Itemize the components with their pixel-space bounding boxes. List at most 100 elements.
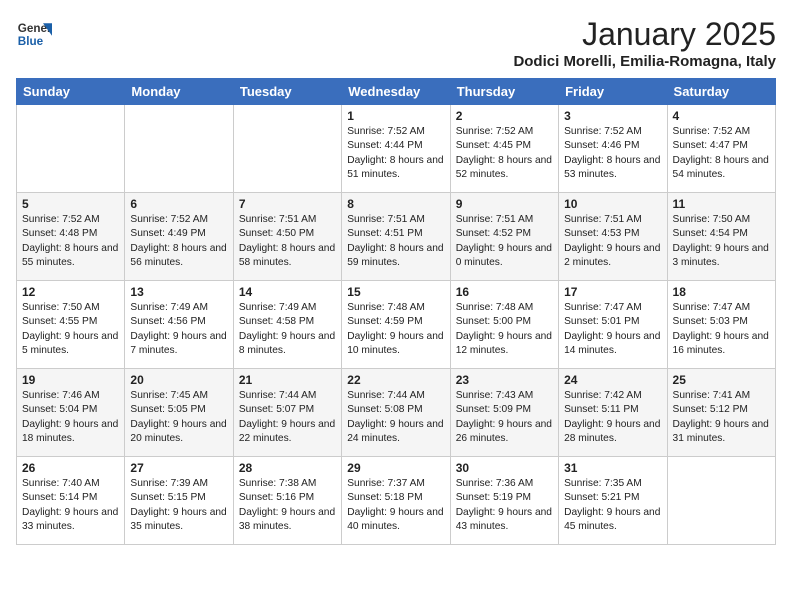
weekday-header-tuesday: Tuesday: [233, 79, 341, 105]
day-number: 10: [564, 197, 661, 211]
weekday-header-row: SundayMondayTuesdayWednesdayThursdayFrid…: [17, 79, 776, 105]
calendar-cell: 18 Sunrise: 7:47 AMSunset: 5:03 PMDayligh…: [667, 281, 775, 369]
day-content: Sunrise: 7:43 AMSunset: 5:09 PMDaylight:…: [456, 389, 553, 446]
day-number: 7: [239, 197, 336, 211]
day-number: 14: [239, 285, 336, 299]
calendar-cell: 26Sunrise: 7:40 AMSunset: 5:14 PMDayligh…: [17, 457, 125, 545]
calendar-cell: 23 Sunrise: 7:43 AMSunset: 5:09 PMDayligh…: [450, 369, 558, 457]
day-content: Sunrise: 7:52 AMSunset: 4:49 PMDaylight:…: [130, 213, 227, 270]
day-content: Sunrise: 7:35 AMSunset: 5:21 PMDaylight:…: [564, 477, 661, 534]
day-number: 13: [130, 285, 227, 299]
day-number: 6: [130, 197, 227, 211]
day-content: Sunrise: 7:46 AMSunset: 5:04 PMDaylight:…: [22, 389, 119, 446]
day-content: Sunrise: 7:42 AMSunset: 5:11 PMDaylight:…: [564, 389, 661, 446]
day-number: 20: [130, 373, 227, 387]
calendar-cell: 22Sunrise: 7:44 AMSunset: 5:08 PMDayligh…: [342, 369, 450, 457]
day-content: Sunrise: 7:47 AMSunset: 5:01 PMDaylight:…: [564, 301, 661, 358]
weekday-header-wednesday: Wednesday: [342, 79, 450, 105]
day-number: 27: [130, 461, 227, 475]
calendar-cell: [233, 105, 341, 193]
day-content: Sunrise: 7:52 AMSunset: 4:45 PMDaylight:…: [456, 125, 553, 182]
calendar-cell: 19 Sunrise: 7:46 AMSunset: 5:04 PMDayligh…: [17, 369, 125, 457]
calendar-cell: 28Sunrise: 7:38 AMSunset: 5:16 PMDayligh…: [233, 457, 341, 545]
day-number: 11: [673, 197, 770, 211]
calendar-cell: 31 Sunrise: 7:35 AMSunset: 5:21 PMDayligh…: [559, 457, 667, 545]
calendar-cell: 15 Sunrise: 7:48 AMSunset: 4:59 PMDayligh…: [342, 281, 450, 369]
week-row-1: 1 Sunrise: 7:52 AMSunset: 4:44 PMDaylight…: [17, 105, 776, 193]
day-number: 9: [456, 197, 553, 211]
calendar-table: SundayMondayTuesdayWednesdayThursdayFrid…: [16, 78, 776, 545]
day-number: 30: [456, 461, 553, 475]
weekday-header-saturday: Saturday: [667, 79, 775, 105]
calendar-cell: 11 Sunrise: 7:50 AMSunset: 4:54 PMDayligh…: [667, 193, 775, 281]
day-content: Sunrise: 7:50 AMSunset: 4:55 PMDaylight:…: [22, 301, 119, 358]
calendar-cell: 13 Sunrise: 7:49 AMSunset: 4:56 PMDayligh…: [125, 281, 233, 369]
month-title: January 2025: [513, 16, 776, 53]
day-content: Sunrise: 7:51 AMSunset: 4:53 PMDaylight:…: [564, 213, 661, 270]
location: Dodici Morelli, Emilia-Romagna, Italy: [513, 53, 776, 70]
day-content: Sunrise: 7:52 AMSunset: 4:46 PMDaylight:…: [564, 125, 661, 182]
day-content: Sunrise: 7:52 AMSunset: 4:44 PMDaylight:…: [347, 125, 444, 182]
day-number: 29: [347, 461, 444, 475]
day-number: 28: [239, 461, 336, 475]
day-number: 18: [673, 285, 770, 299]
day-number: 24: [564, 373, 661, 387]
calendar-cell: [667, 457, 775, 545]
day-number: 1: [347, 109, 444, 123]
calendar-cell: 5Sunrise: 7:52 AMSunset: 4:48 PMDaylight…: [17, 193, 125, 281]
logo-icon: General Blue: [16, 16, 52, 52]
day-content: Sunrise: 7:50 AMSunset: 4:54 PMDaylight:…: [673, 213, 770, 270]
day-number: 15: [347, 285, 444, 299]
day-content: Sunrise: 7:48 AMSunset: 5:00 PMDaylight:…: [456, 301, 553, 358]
calendar-cell: 25 Sunrise: 7:41 AMSunset: 5:12 PMDayligh…: [667, 369, 775, 457]
day-number: 31: [564, 461, 661, 475]
day-number: 19: [22, 373, 119, 387]
day-number: 25: [673, 373, 770, 387]
week-row-4: 19 Sunrise: 7:46 AMSunset: 5:04 PMDayligh…: [17, 369, 776, 457]
calendar-cell: 1 Sunrise: 7:52 AMSunset: 4:44 PMDaylight…: [342, 105, 450, 193]
calendar-cell: 9Sunrise: 7:51 AMSunset: 4:52 PMDaylight…: [450, 193, 558, 281]
day-content: Sunrise: 7:37 AMSunset: 5:18 PMDaylight:…: [347, 477, 444, 534]
logo: General Blue: [16, 16, 52, 52]
calendar-cell: 3 Sunrise: 7:52 AMSunset: 4:46 PMDaylight…: [559, 105, 667, 193]
weekday-header-friday: Friday: [559, 79, 667, 105]
day-content: Sunrise: 7:49 AMSunset: 4:58 PMDaylight:…: [239, 301, 336, 358]
page-header: General Blue January 2025 Dodici Morelli…: [16, 16, 776, 70]
day-content: Sunrise: 7:47 AMSunset: 5:03 PMDaylight:…: [673, 301, 770, 358]
weekday-header-thursday: Thursday: [450, 79, 558, 105]
calendar-cell: 29 Sunrise: 7:37 AMSunset: 5:18 PMDayligh…: [342, 457, 450, 545]
calendar-cell: 14 Sunrise: 7:49 AMSunset: 4:58 PMDayligh…: [233, 281, 341, 369]
calendar-cell: 21 Sunrise: 7:44 AMSunset: 5:07 PMDayligh…: [233, 369, 341, 457]
day-number: 3: [564, 109, 661, 123]
calendar-cell: 8Sunrise: 7:51 AMSunset: 4:51 PMDaylight…: [342, 193, 450, 281]
calendar-cell: 10 Sunrise: 7:51 AMSunset: 4:53 PMDayligh…: [559, 193, 667, 281]
day-number: 8: [347, 197, 444, 211]
day-number: 21: [239, 373, 336, 387]
calendar-cell: [125, 105, 233, 193]
day-content: Sunrise: 7:48 AMSunset: 4:59 PMDaylight:…: [347, 301, 444, 358]
week-row-2: 5Sunrise: 7:52 AMSunset: 4:48 PMDaylight…: [17, 193, 776, 281]
day-content: Sunrise: 7:41 AMSunset: 5:12 PMDaylight:…: [673, 389, 770, 446]
day-number: 23: [456, 373, 553, 387]
calendar-cell: 2Sunrise: 7:52 AMSunset: 4:45 PMDaylight…: [450, 105, 558, 193]
weekday-header-sunday: Sunday: [17, 79, 125, 105]
day-number: 12: [22, 285, 119, 299]
day-number: 5: [22, 197, 119, 211]
calendar-cell: 27Sunrise: 7:39 AMSunset: 5:15 PMDayligh…: [125, 457, 233, 545]
day-number: 17: [564, 285, 661, 299]
day-content: Sunrise: 7:51 AMSunset: 4:50 PMDaylight:…: [239, 213, 336, 270]
day-content: Sunrise: 7:44 AMSunset: 5:07 PMDaylight:…: [239, 389, 336, 446]
calendar-cell: 12 Sunrise: 7:50 AMSunset: 4:55 PMDayligh…: [17, 281, 125, 369]
calendar-cell: 6 Sunrise: 7:52 AMSunset: 4:49 PMDaylight…: [125, 193, 233, 281]
week-row-3: 12 Sunrise: 7:50 AMSunset: 4:55 PMDayligh…: [17, 281, 776, 369]
calendar-cell: 4Sunrise: 7:52 AMSunset: 4:47 PMDaylight…: [667, 105, 775, 193]
week-row-5: 26Sunrise: 7:40 AMSunset: 5:14 PMDayligh…: [17, 457, 776, 545]
day-content: Sunrise: 7:49 AMSunset: 4:56 PMDaylight:…: [130, 301, 227, 358]
weekday-header-monday: Monday: [125, 79, 233, 105]
calendar-cell: [17, 105, 125, 193]
day-number: 26: [22, 461, 119, 475]
calendar-cell: 24 Sunrise: 7:42 AMSunset: 5:11 PMDayligh…: [559, 369, 667, 457]
day-content: Sunrise: 7:45 AMSunset: 5:05 PMDaylight:…: [130, 389, 227, 446]
day-content: Sunrise: 7:52 AMSunset: 4:47 PMDaylight:…: [673, 125, 770, 182]
calendar-cell: 16Sunrise: 7:48 AMSunset: 5:00 PMDayligh…: [450, 281, 558, 369]
